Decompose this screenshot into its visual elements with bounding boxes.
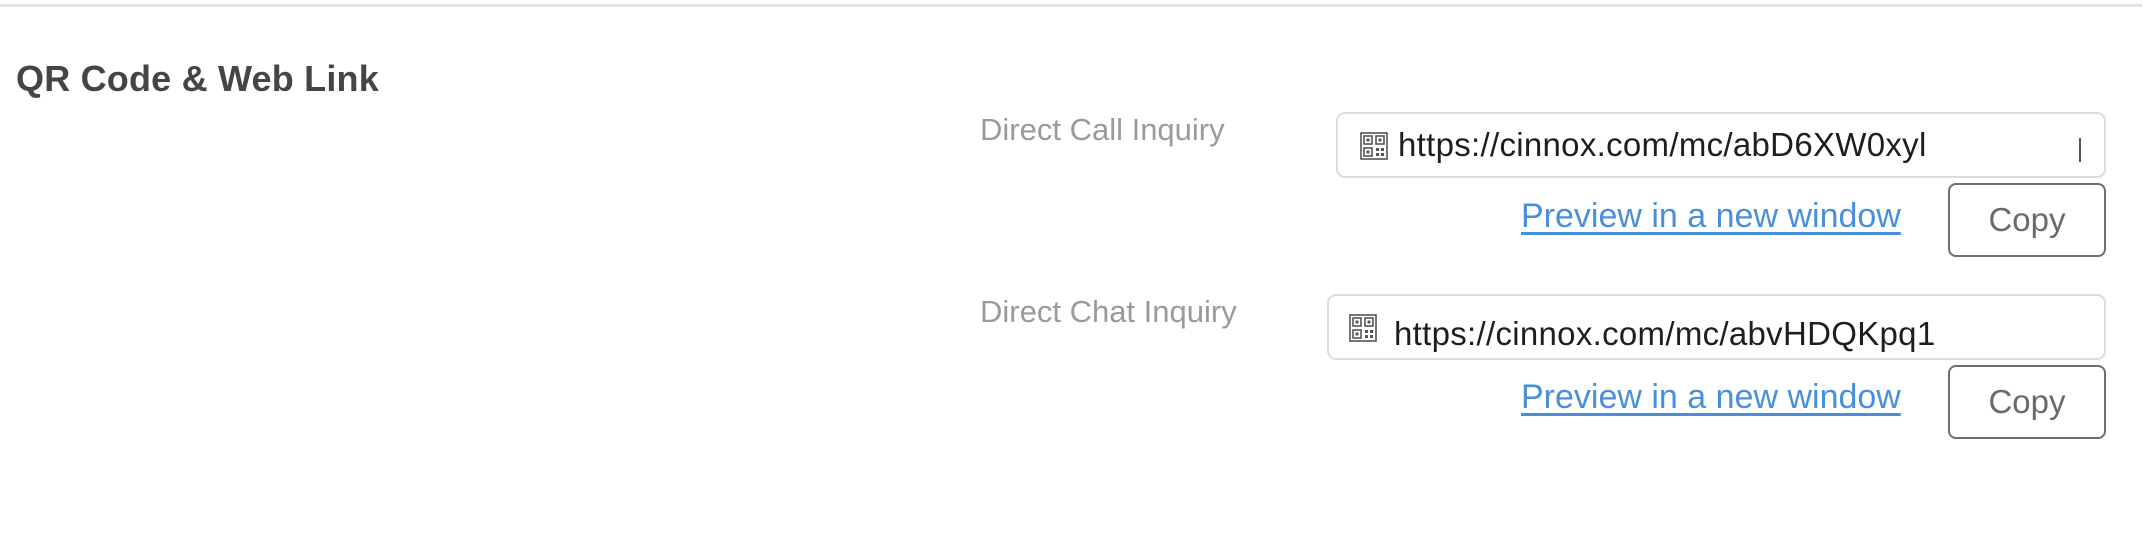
direct-chat-url-field[interactable]: https://cinnox.com/mc/abvHDQKpq1: [1327, 294, 2106, 360]
direct-chat-inquiry-label: Direct Chat Inquiry: [980, 294, 1237, 329]
direct-chat-preview-link[interactable]: Preview in a new window: [1521, 378, 1901, 417]
direct-chat-copy-button[interactable]: Copy: [1948, 365, 2106, 439]
qr-code-icon: [1349, 314, 1377, 342]
direct-chat-url-text: https://cinnox.com/mc/abvHDQKpq1: [1394, 315, 1936, 352]
direct-call-copy-button[interactable]: Copy: [1948, 183, 2106, 257]
direct-call-preview-link[interactable]: Preview in a new window: [1521, 197, 1901, 236]
section-title: QR Code & Web Link: [16, 58, 379, 99]
direct-call-inquiry-label: Direct Call Inquiry: [980, 112, 1225, 147]
top-divider: [0, 4, 2142, 7]
direct-call-url-text: https://cinnox.com/mc/abD6XW0xyl: [1398, 126, 1927, 163]
text-caret: [2079, 138, 2081, 162]
qr-code-icon: [1360, 132, 1388, 160]
direct-call-url-field[interactable]: https://cinnox.com/mc/abD6XW0xyl: [1336, 112, 2106, 178]
